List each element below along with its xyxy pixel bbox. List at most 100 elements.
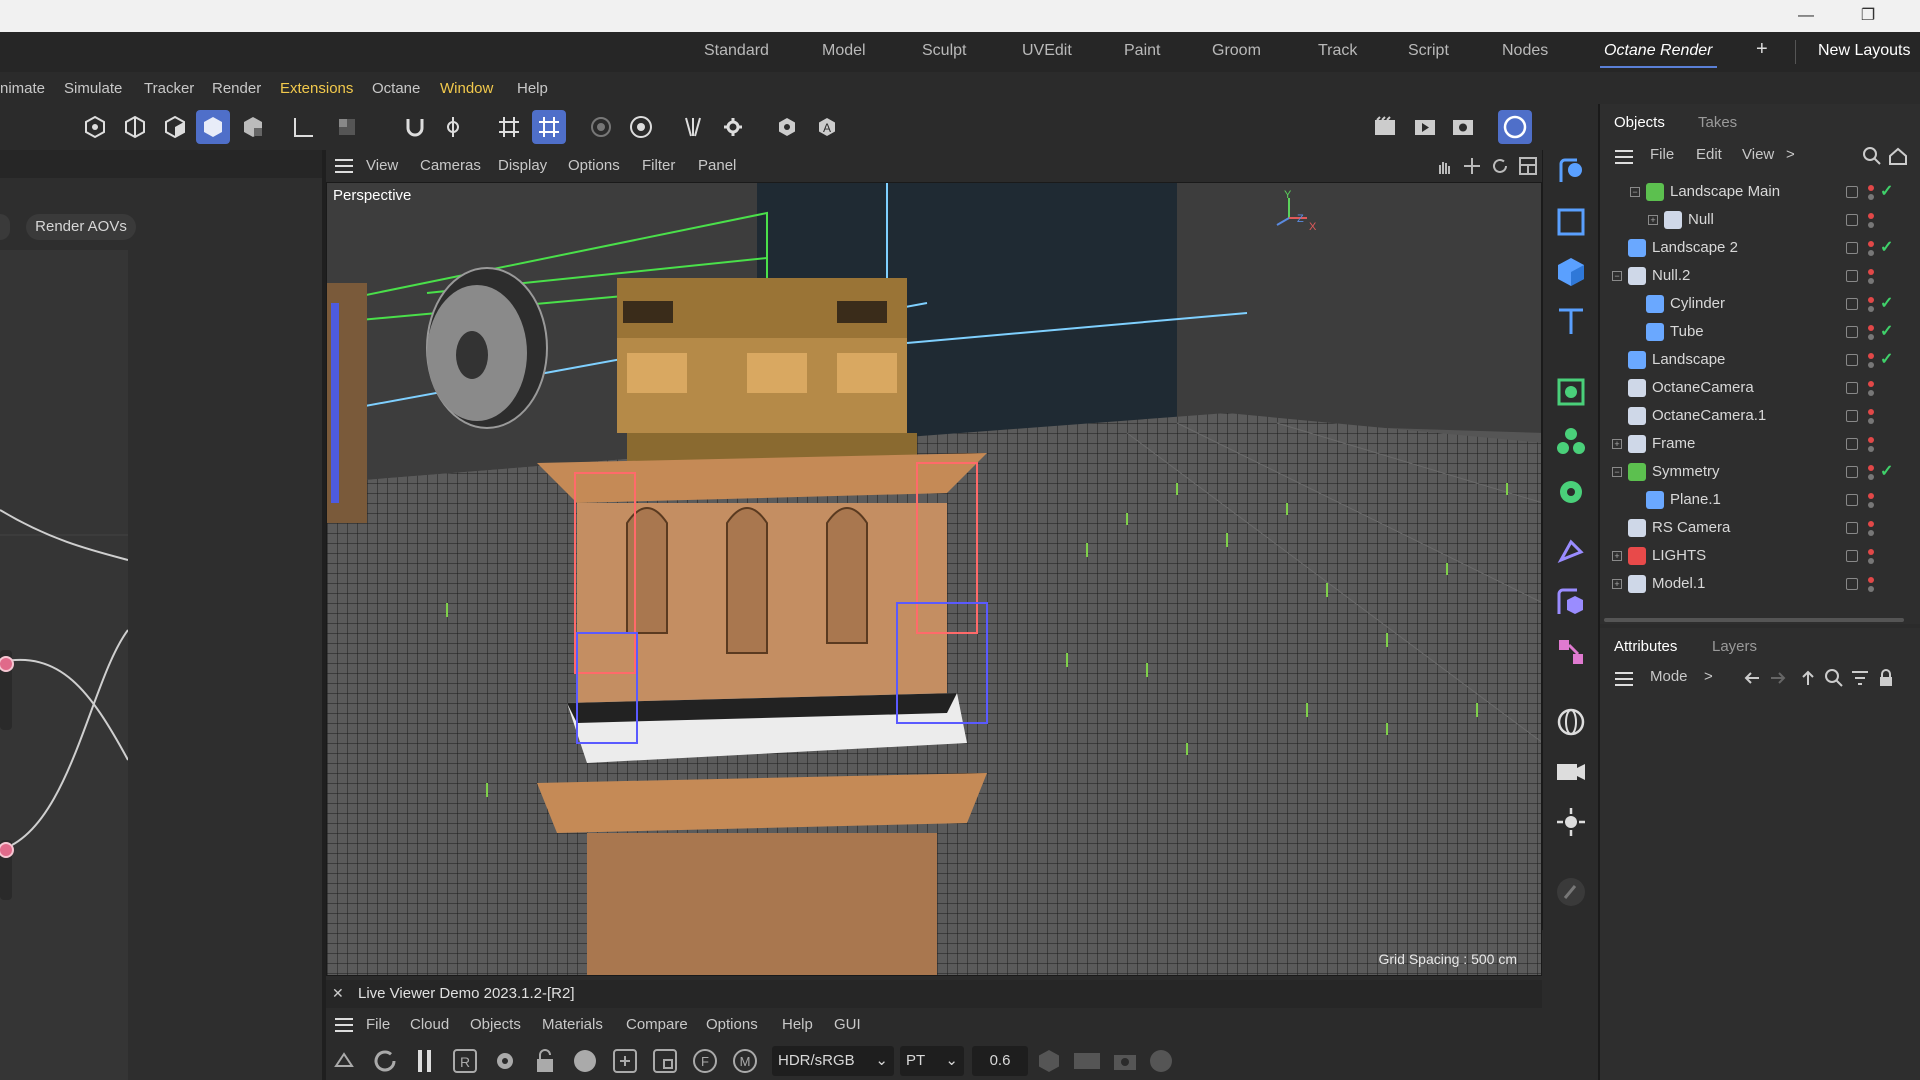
edit-visibility-icon[interactable] [1846,270,1858,282]
node-editor-button-partial[interactable] [0,214,10,240]
render-visibility-dot[interactable] [1868,446,1874,452]
editor-visibility-dot[interactable] [1868,213,1874,219]
editor-visibility-dot[interactable] [1868,465,1874,471]
expand-toggle[interactable]: + [1612,551,1622,561]
live-viewer-close-button[interactable]: ✕ [332,985,344,1002]
render-visibility-dot[interactable] [1868,222,1874,228]
auto-icon[interactable]: A [810,110,844,144]
edit-visibility-icon[interactable] [1846,522,1858,534]
tab-attributes[interactable]: Attributes [1614,638,1677,655]
deformer-gear-icon[interactable] [1553,474,1589,510]
material-ball-icon[interactable] [570,1046,600,1076]
layout-tab-track[interactable]: Track [1318,42,1357,60]
objects-menu-more[interactable]: > [1786,146,1795,163]
edit-visibility-icon[interactable] [1846,298,1858,310]
restart-render-icon[interactable] [330,1046,360,1076]
attributes-hamburger-icon[interactable] [1614,670,1634,688]
objects-menu-edit[interactable]: Edit [1696,146,1722,163]
object-row[interactable]: + Model.1 [1600,570,1920,598]
lock-icon[interactable] [530,1046,560,1076]
viewport-menu-options[interactable]: Options [568,157,620,174]
generator-icon[interactable] [1553,374,1589,410]
viewport-menu-filter[interactable]: Filter [642,157,675,174]
objects-menu-file[interactable]: File [1650,146,1674,163]
editor-visibility-dot[interactable] [1868,269,1874,275]
octane-camera-icon[interactable] [1553,754,1589,790]
lv-menu-objects[interactable]: Objects [470,1016,521,1033]
render-visibility-dot[interactable] [1868,558,1874,564]
camera-snapshot-icon[interactable] [1112,1048,1138,1074]
environment-sphere-icon[interactable] [1553,704,1589,740]
viewport-menu-panel[interactable]: Panel [698,157,736,174]
object-row[interactable]: Plane.1 [1600,486,1920,514]
object-row[interactable]: − Symmetry ✓ [1600,458,1920,486]
text-icon[interactable] [1553,304,1589,340]
render-visibility-dot[interactable] [1868,586,1874,592]
snap-magnet-icon[interactable] [398,110,432,144]
connector-icon[interactable] [1553,634,1589,670]
layout-tab-standard[interactable]: Standard [704,42,769,60]
filter-icon[interactable] [1850,668,1870,688]
render-visibility-dot[interactable] [1868,474,1874,480]
menu-tracker[interactable]: Tracker [144,80,194,97]
pan-hand-icon[interactable] [1434,156,1454,176]
viewport-menu-display[interactable]: Display [498,157,547,174]
pause-icon[interactable] [410,1046,440,1076]
circle-disabled-icon[interactable] [1148,1048,1174,1074]
render-region-icon[interactable] [1368,110,1402,144]
menu-help[interactable]: Help [517,80,548,97]
menu-simulate[interactable]: Simulate [64,80,122,97]
lv-menu-materials[interactable]: Materials [542,1016,603,1033]
enabled-check-icon[interactable]: ✓ [1880,181,1893,201]
symmetry-tool-icon[interactable] [676,110,710,144]
render-visibility-dot[interactable] [1868,502,1874,508]
lock-icon[interactable] [1876,668,1896,688]
render-visibility-dot[interactable] [1868,390,1874,396]
menu-animate[interactable]: nimate [0,80,45,97]
lv-menu-gui[interactable]: GUI [834,1016,861,1033]
layout-tab-nodes[interactable]: Nodes [1502,42,1548,60]
node-graph-canvas[interactable] [0,250,129,1080]
object-hamburger-icon[interactable] [1614,148,1634,166]
enabled-check-icon[interactable]: ✓ [1880,321,1893,341]
render-visibility-dot[interactable] [1868,530,1874,536]
editor-visibility-dot[interactable] [1868,437,1874,443]
editor-visibility-dot[interactable] [1868,297,1874,303]
layout-tab-model[interactable]: Model [822,42,866,60]
attributes-mode-menu[interactable]: Mode [1650,668,1688,685]
object-row[interactable]: Landscape ✓ [1600,346,1920,374]
editor-visibility-dot[interactable] [1868,353,1874,359]
enabled-check-icon[interactable]: ✓ [1880,237,1893,257]
move-view-icon[interactable] [1462,156,1482,176]
enabled-check-icon[interactable]: ✓ [1880,461,1893,481]
object-row[interactable]: − Null.2 [1600,262,1920,290]
enabled-check-icon[interactable]: ✓ [1880,293,1893,313]
refresh-icon[interactable] [370,1046,400,1076]
layout-tab-octane-render[interactable]: Octane Render [1600,42,1717,68]
octane-live-icon[interactable] [1498,110,1532,144]
layout-tab-paint[interactable]: Paint [1124,42,1160,60]
editor-visibility-dot[interactable] [1868,381,1874,387]
viewport-menu-cameras[interactable]: Cameras [420,157,481,174]
render-visibility-dot[interactable] [1868,334,1874,340]
focus-region-icon[interactable] [650,1046,680,1076]
render-visibility-dot[interactable] [1868,306,1874,312]
object-row[interactable]: RS Camera [1600,514,1920,542]
modeling-settings-icon[interactable] [716,110,750,144]
render-visibility-dot[interactable] [1868,194,1874,200]
expand-toggle[interactable]: − [1630,187,1640,197]
object-row[interactable]: + LIGHTS [1600,542,1920,570]
editor-visibility-dot[interactable] [1868,521,1874,527]
layout-tab-sculpt[interactable]: Sculpt [922,42,966,60]
hexagon-icon[interactable] [770,110,804,144]
edit-visibility-icon[interactable] [1846,214,1858,226]
rotate-view-icon[interactable] [1490,156,1510,176]
film-icon[interactable] [1072,1048,1102,1074]
edit-visibility-icon[interactable] [1846,410,1858,422]
color-space-select[interactable]: HDR/sRGB ⌄ [772,1046,894,1076]
lv-menu-file[interactable]: File [366,1016,390,1033]
menu-extensions[interactable]: Extensions [280,80,353,97]
attributes-search-icon[interactable] [1824,668,1844,688]
add-layout-button[interactable]: + [1756,38,1768,61]
edit-visibility-icon[interactable] [1846,382,1858,394]
